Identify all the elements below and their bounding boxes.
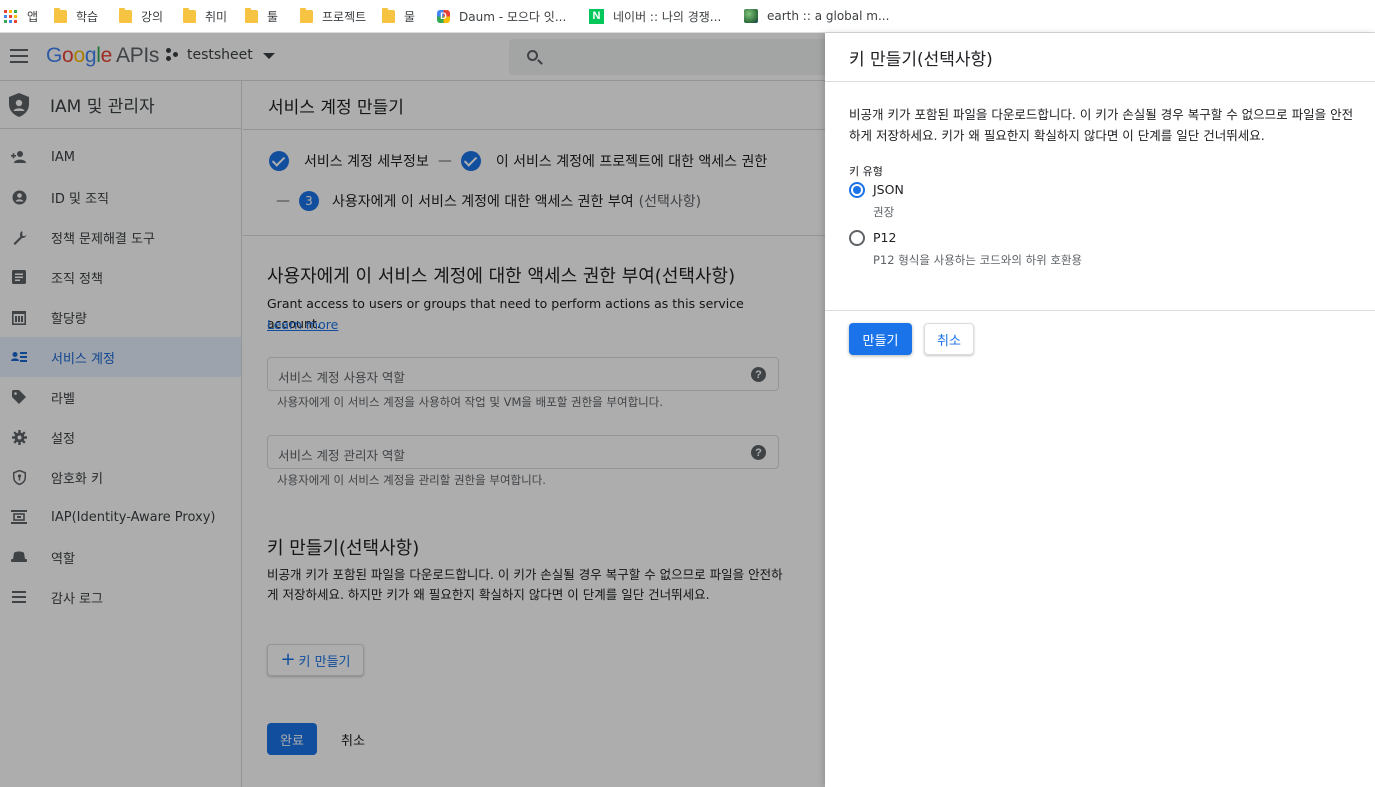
bookmark-label: 네이버 :: 나의 경쟁... xyxy=(613,9,722,24)
folder-icon xyxy=(382,7,395,23)
folder-icon xyxy=(119,7,132,23)
bookmark-earth[interactable]: earth :: a global m... xyxy=(744,9,889,23)
divider xyxy=(825,310,1375,311)
modal-scrim[interactable] xyxy=(0,33,825,787)
bookmark-folder-water[interactable]: 물 xyxy=(382,7,437,25)
bookmark-folder-project[interactable]: 프로젝트 xyxy=(300,7,382,25)
bookmark-label: earth :: a global m... xyxy=(767,9,890,23)
folder-icon xyxy=(54,7,67,23)
bookmark-label: 툴 xyxy=(267,9,279,24)
key-type-label: 키 유형 xyxy=(849,165,883,178)
key-type-p12-label[interactable]: P12 xyxy=(873,230,896,245)
bookmark-label: 학습 xyxy=(76,9,99,24)
apps-grid-icon xyxy=(4,9,17,23)
bookmark-folder-lecture[interactable]: 강의 xyxy=(119,7,183,25)
bookmark-label: 취미 xyxy=(205,9,228,24)
key-type-json-sublabel: 권장 xyxy=(873,205,895,219)
key-type-p12-sublabel: P12 형식을 사용하는 코드와의 하위 호환용 xyxy=(873,253,1083,267)
key-type-json-label[interactable]: JSON xyxy=(873,182,904,197)
bookmark-folder-study[interactable]: 학습 xyxy=(54,7,119,25)
earth-icon xyxy=(744,9,758,23)
bookmark-naver[interactable]: N 네이버 :: 나의 경쟁... xyxy=(589,8,744,25)
panel-title: 키 만들기(선택사항) xyxy=(849,50,993,70)
create-key-panel: 키 만들기(선택사항) 비공개 키가 포함된 파일을 다운로드합니다. 이 키가… xyxy=(825,33,1375,787)
bookmark-label: Daum - 모으다 잇... xyxy=(459,9,567,24)
daum-icon: D xyxy=(437,9,450,23)
bookmark-folder-tool[interactable]: 툴 xyxy=(245,7,300,25)
naver-icon: N xyxy=(589,8,604,24)
divider xyxy=(825,81,1375,82)
folder-icon xyxy=(245,7,258,23)
panel-cancel-button[interactable]: 취소 xyxy=(924,323,974,355)
panel-description: 비공개 키가 포함된 파일을 다운로드합니다. 이 키가 손실될 경우 복구할 … xyxy=(849,107,1354,143)
bookmark-apps[interactable]: 앱 xyxy=(4,8,46,25)
bookmarks-bar: 앱 학습 강의 취미 툴 프로젝트 물 D Daum - 모으다 잇... N … xyxy=(0,0,1375,33)
bookmark-label: 물 xyxy=(404,9,416,24)
bookmark-folder-hobby[interactable]: 취미 xyxy=(183,7,245,25)
bookmark-label: 앱 xyxy=(27,9,39,24)
bookmark-label: 프로젝트 xyxy=(322,9,367,24)
folder-icon xyxy=(300,7,313,23)
key-type-json-radio[interactable] xyxy=(849,182,865,198)
create-button[interactable]: 만들기 xyxy=(849,323,912,355)
bookmark-label: 강의 xyxy=(141,9,164,24)
folder-icon xyxy=(183,7,196,23)
key-type-p12-radio[interactable] xyxy=(849,230,865,246)
bookmark-daum[interactable]: D Daum - 모으다 잇... xyxy=(437,8,589,25)
